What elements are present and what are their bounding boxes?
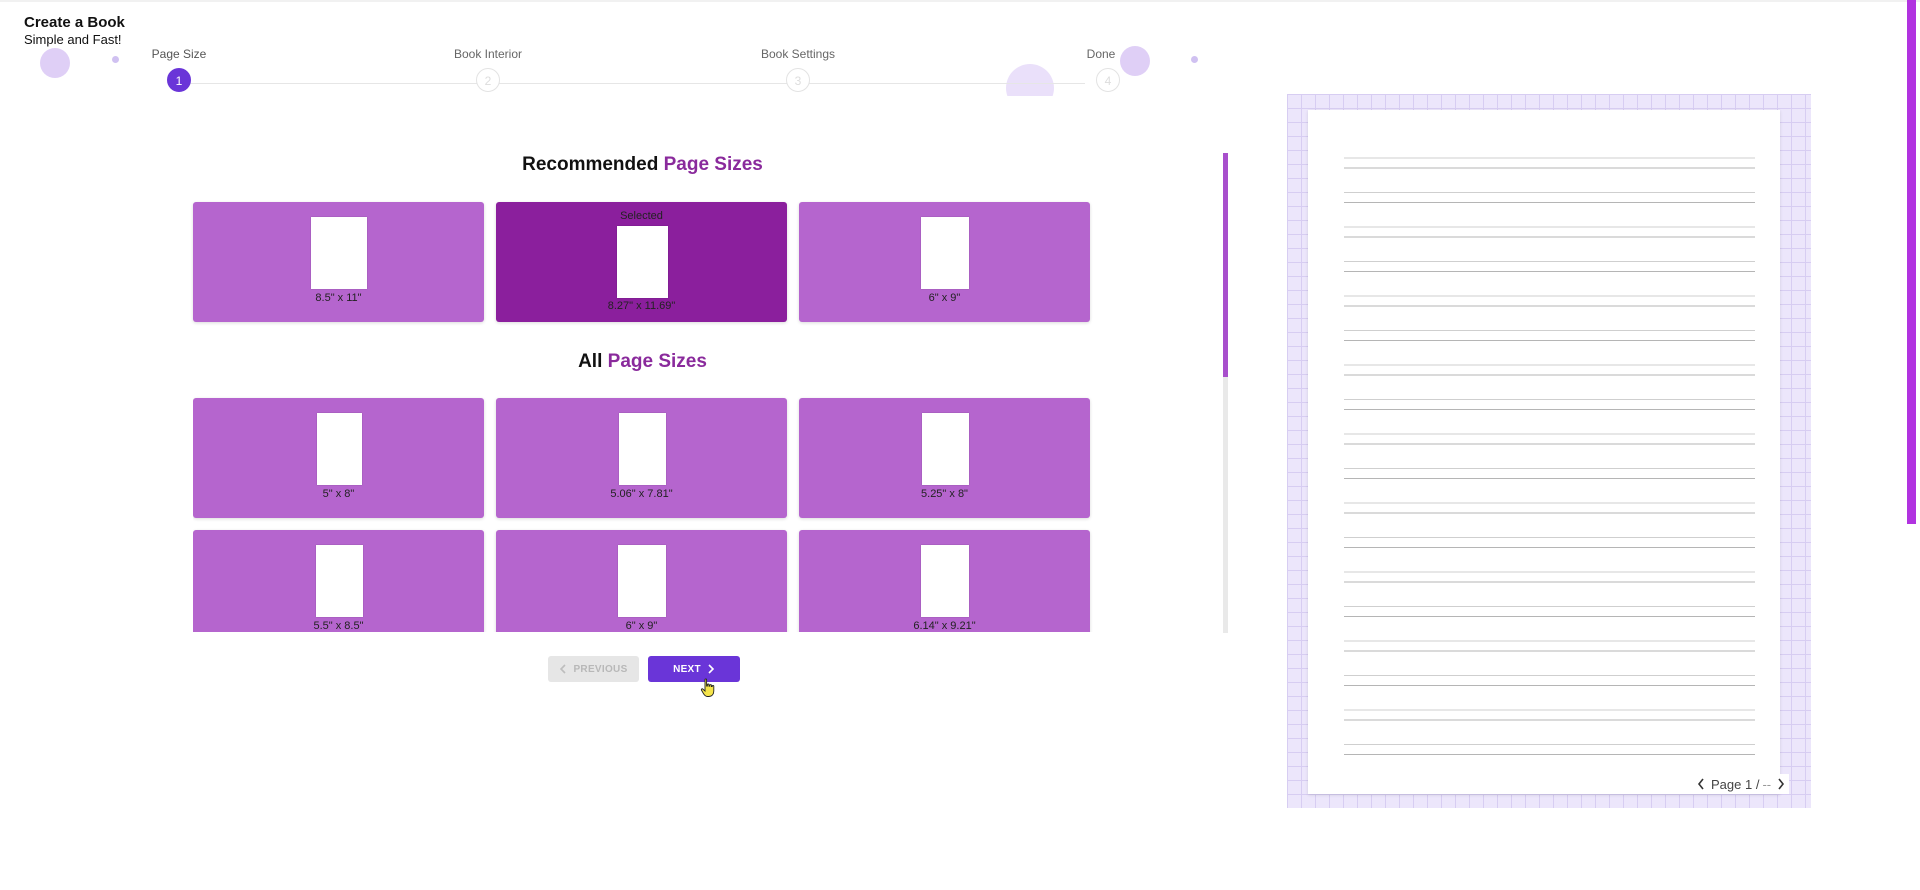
page-thumbnail — [920, 545, 969, 617]
scrollbar-thumb[interactable] — [1223, 153, 1228, 377]
page-total: -- — [1762, 776, 1772, 792]
page-indicator: Page 1 / — [1711, 776, 1760, 792]
page-thumbnail — [618, 413, 666, 485]
page-size-card[interactable]: 6" x 9" — [496, 530, 787, 632]
scrollbar-track[interactable] — [1223, 153, 1228, 633]
recommended-heading-accent: Page Sizes — [663, 154, 763, 175]
decorative-dot — [1191, 56, 1198, 63]
page-size-label: 6" x 9" — [625, 620, 658, 632]
page-thumbnail — [315, 545, 363, 617]
step-book-interior[interactable]: Book Interior 2 — [418, 46, 558, 92]
previous-button[interactable]: PREVIOUS — [548, 656, 639, 682]
page-thumbnail — [921, 413, 969, 485]
step-number: 4 — [1096, 68, 1120, 92]
previous-button-label: PREVIOUS — [573, 663, 628, 675]
step-label: Book Settings — [760, 47, 836, 61]
step-book-settings[interactable]: Book Settings 3 — [728, 46, 868, 92]
step-done[interactable]: Done 4 — [1038, 46, 1178, 92]
chevron-left-icon[interactable] — [1697, 778, 1705, 790]
chevron-left-icon — [560, 664, 567, 674]
page-size-label: 5.25" x 8" — [921, 488, 968, 500]
page-size-label: 5.06" x 7.81" — [610, 488, 673, 500]
chevron-right-icon[interactable] — [1777, 778, 1785, 790]
next-button[interactable]: NEXT — [648, 656, 740, 682]
page-size-label: 6.14" x 9.21" — [913, 620, 976, 632]
step-number: 1 — [167, 68, 191, 92]
ruled-lines — [1344, 157, 1755, 755]
step-number: 3 — [786, 68, 810, 92]
recommended-heading-plain: Recommended — [522, 154, 659, 175]
stepper-line — [179, 83, 1085, 84]
step-label: Book Interior — [453, 47, 523, 61]
step-page-size[interactable]: Page Size 1 — [109, 46, 249, 92]
app-header: Create a Book Simple and Fast! — [24, 14, 125, 48]
app-title: Create a Book — [24, 14, 125, 31]
hand-pointer-icon — [700, 678, 715, 697]
page-thumbnail — [316, 413, 362, 485]
step-label: Done — [1086, 47, 1116, 61]
page-preview — [1308, 110, 1780, 794]
chevron-right-icon — [708, 664, 715, 674]
next-button-label: NEXT — [673, 663, 701, 675]
page-navigation: Page 1 /-- — [1693, 774, 1790, 794]
page-scrollbar[interactable] — [1907, 0, 1916, 524]
decorative-circle — [40, 48, 70, 78]
page-size-card[interactable]: 5" x 8" — [193, 398, 484, 518]
page-size-card[interactable]: 5.5" x 8.5" — [193, 530, 484, 632]
page-size-card[interactable]: 5.06" x 7.81" — [496, 398, 787, 518]
page-preview-frame: Page 1 /-- — [1287, 94, 1811, 808]
page-size-card[interactable]: 6.14" x 9.21" — [799, 530, 1090, 632]
page-size-scroll-area[interactable]: 5" x 8" 5.06" x 7.81" 5.25" x 8" 5.5" x … — [193, 200, 1093, 632]
page-size-card[interactable]: 5.25" x 8" — [799, 398, 1090, 518]
step-number: 2 — [476, 68, 500, 92]
page-thumbnail — [617, 545, 666, 617]
page-size-label: 5" x 8" — [322, 488, 355, 500]
stepper: Page Size 1 Book Interior 2 Book Setting… — [152, 46, 1120, 96]
page-size-label: 5.5" x 8.5" — [313, 620, 364, 632]
recommended-heading: Recommended Page Sizes — [195, 154, 1090, 176]
top-divider — [0, 0, 1920, 2]
step-label: Page Size — [151, 47, 207, 61]
